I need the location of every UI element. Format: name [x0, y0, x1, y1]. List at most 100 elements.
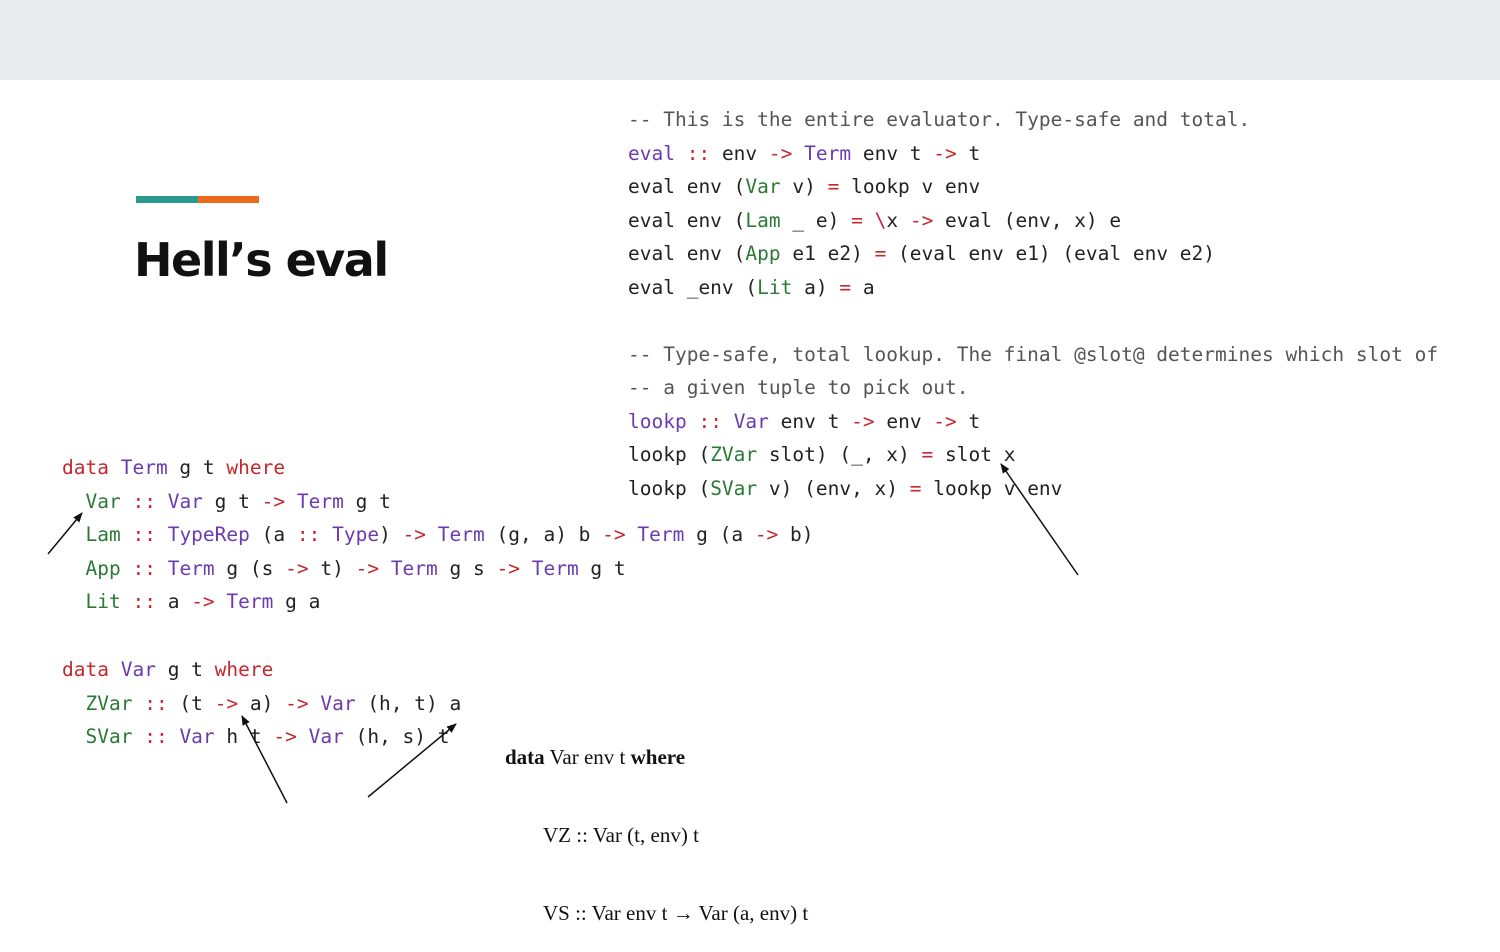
- keyword: ::: [132, 556, 156, 580]
- code-text: eval env (: [628, 175, 746, 198]
- code-text: g (s: [214, 556, 286, 580]
- code-line: eval :: env -> Term env t -> t: [628, 137, 1438, 171]
- math-head-line: data Var env t where: [505, 744, 808, 770]
- code-text: v): [780, 175, 828, 198]
- keyword: ->: [496, 556, 520, 580]
- keyword: \: [874, 208, 887, 232]
- constructor: SVar: [85, 725, 133, 748]
- accent-bar-orange: [198, 196, 259, 203]
- code-text: g t: [202, 489, 262, 513]
- code-line: eval env (Lam _ e) = \x -> eval (env, x)…: [628, 204, 1438, 238]
- code-text: x: [886, 208, 910, 232]
- code-text: eval (env, x) e: [933, 208, 1122, 232]
- type-name: Term: [804, 141, 852, 165]
- code-text: g s: [437, 556, 497, 580]
- var-datatype-code-block: data Var g t where ZVar :: (t -> a) -> V…: [62, 653, 461, 754]
- type-name: Term: [296, 489, 344, 513]
- type-name: Term: [167, 556, 215, 580]
- type-name: TypeRep: [167, 523, 250, 546]
- code-line: data Var g t where: [62, 653, 461, 687]
- type-name: eval: [628, 141, 675, 165]
- code-text: lookp v env: [839, 175, 981, 198]
- code-text: a): [238, 691, 286, 715]
- keyword: =: [839, 275, 852, 299]
- code-text: a: [851, 275, 875, 299]
- keyword: ->: [191, 590, 215, 613]
- code-text: a: [155, 590, 192, 613]
- code-line: Lam :: TypeRep (a :: Type) -> Term (g, a…: [62, 518, 814, 552]
- math-keyword-data: data: [505, 745, 545, 769]
- keyword: ::: [698, 409, 722, 433]
- code-text: g t: [155, 658, 215, 681]
- code-text: (eval env e1) (eval env e2): [886, 242, 1216, 265]
- comment: -- Type-safe, total lookup. The final @s…: [628, 342, 1439, 366]
- math-keyword-where: where: [630, 745, 686, 769]
- math-vs-line: VS :: Var env t → Var (a, env) t: [543, 901, 809, 925]
- keyword: ::: [296, 523, 321, 546]
- code-line: -- Type-safe, total lookup. The final @s…: [628, 338, 1438, 372]
- code-text: g (a: [684, 523, 755, 546]
- code-text: eval _env (: [628, 275, 758, 299]
- keyword: ->: [851, 409, 875, 433]
- term-datatype-code-block: data Term g t where Var :: Var g t -> Te…: [62, 451, 814, 619]
- keyword: ::: [132, 489, 156, 513]
- code-text: b): [778, 523, 814, 546]
- keyword: ->: [909, 208, 934, 232]
- keyword: ::: [132, 590, 156, 613]
- slide-title: Hell’s eval: [134, 233, 389, 287]
- keyword: =: [921, 443, 934, 466]
- keyword: ->: [933, 141, 957, 165]
- math-var-definition: data Var env t where VZ :: Var (t, env) …: [505, 692, 808, 952]
- keyword: ->: [214, 691, 239, 715]
- code-text: g t: [578, 556, 626, 580]
- constructor: ZVar: [85, 691, 133, 715]
- code-line: -- This is the entire evaluator. Type-sa…: [628, 103, 1438, 137]
- keyword: ->: [273, 725, 297, 748]
- constructor: Lam: [745, 208, 781, 232]
- constructor: Var: [745, 175, 781, 198]
- code-text: ): [379, 523, 403, 546]
- keyword: =: [874, 242, 887, 265]
- code-text: e1 e2): [780, 242, 875, 265]
- code-line: eval env (Var v) = lookp v env: [628, 170, 1438, 204]
- type-name: Term: [637, 523, 685, 546]
- keyword: =: [909, 476, 922, 500]
- code-text: t): [308, 556, 356, 580]
- code-line: SVar :: Var h t -> Var (h, s) t: [62, 720, 461, 754]
- code-text: env t: [768, 409, 852, 433]
- code-text: g t: [167, 456, 227, 479]
- code-line: ZVar :: (t -> a) -> Var (h, t) a: [62, 687, 461, 721]
- code-text: g t: [343, 489, 391, 513]
- keyword: ->: [933, 409, 957, 433]
- evaluator-code-block: -- This is the entire evaluator. Type-sa…: [628, 103, 1438, 505]
- code-line: [628, 304, 1438, 338]
- constructor: App: [745, 242, 781, 265]
- code-text: slot x: [933, 443, 1016, 466]
- type-name: Var: [320, 691, 356, 715]
- type-name: Type: [332, 523, 380, 546]
- type-name: Term: [437, 523, 485, 546]
- keyword: data: [62, 456, 109, 479]
